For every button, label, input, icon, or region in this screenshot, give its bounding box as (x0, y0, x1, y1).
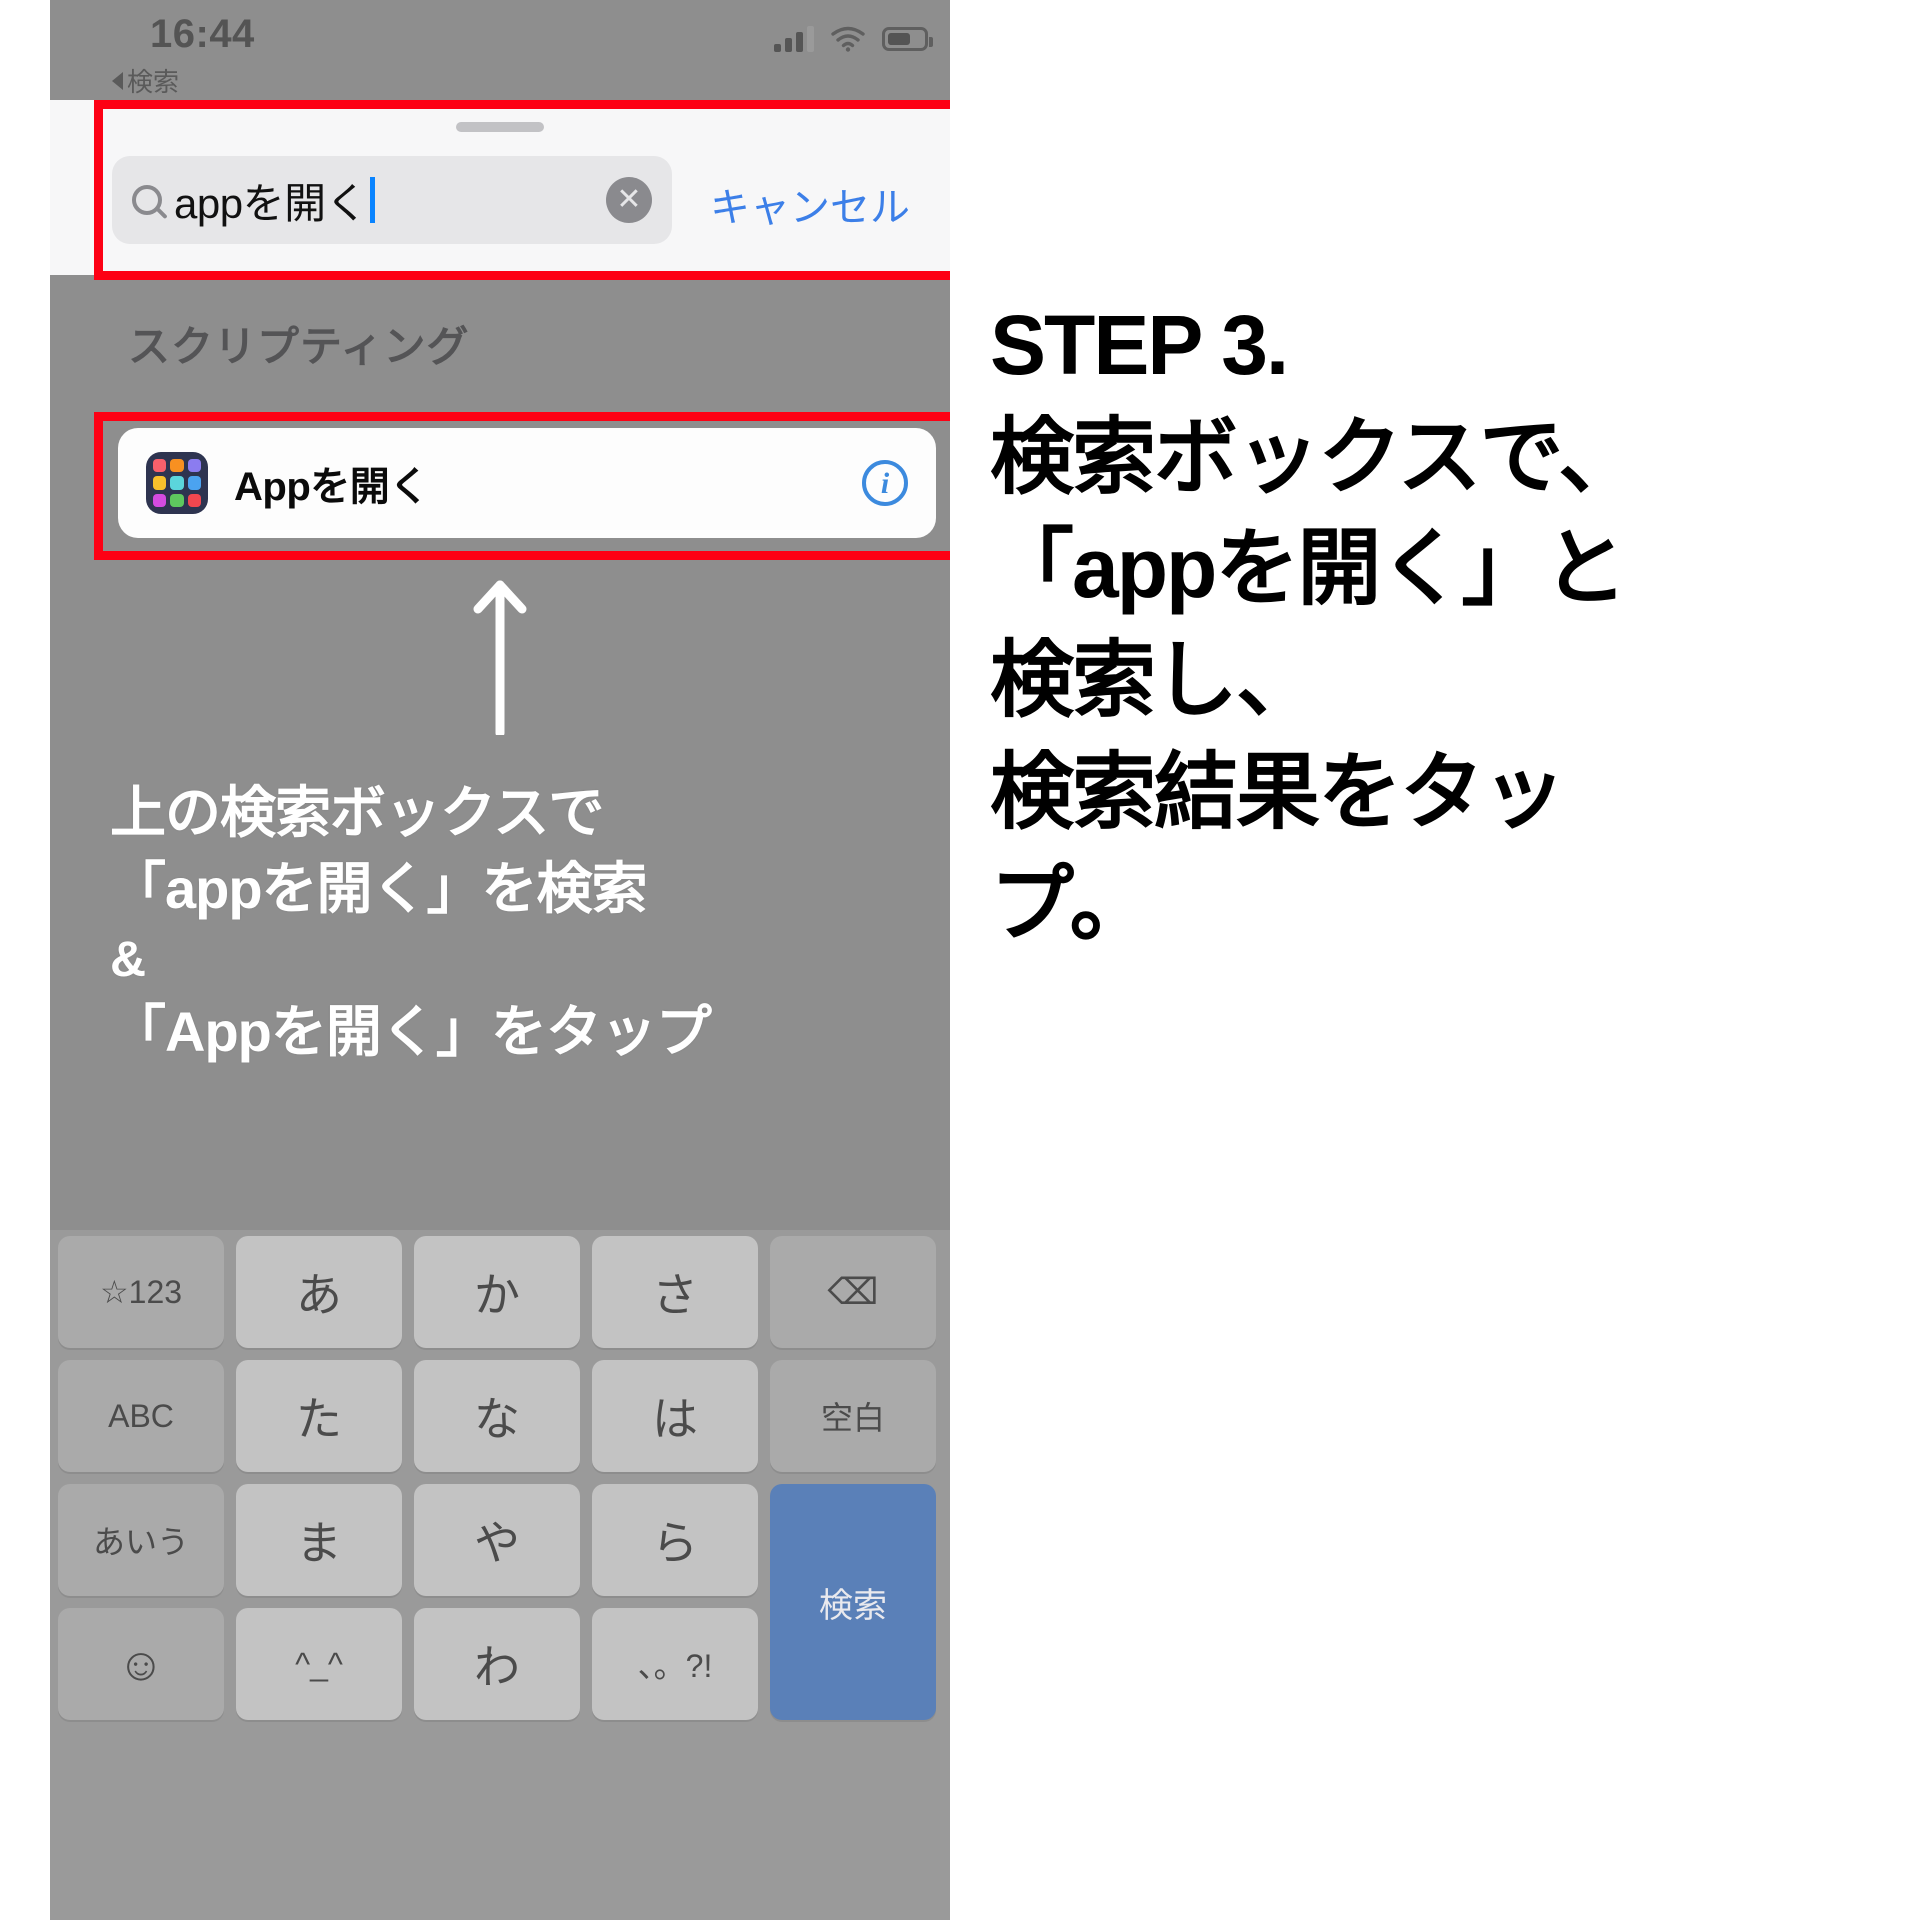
overlay-line-3: & (110, 931, 146, 988)
overlay-line-1: 上の検索ボックスで (110, 781, 604, 844)
step-line-2: 「appを開く」と (990, 521, 1627, 616)
key-ma-row[interactable]: ま (236, 1484, 402, 1596)
key-punctuation[interactable]: 、。?! (592, 1608, 758, 1720)
software-keyboard: ☆123 あかさ ⌫ ABC たなは空白 あいうまやら検索 ☺ ^_^ わ、。?! (50, 1230, 950, 1920)
keyboard-row: あいうまやら検索 (50, 1478, 950, 1720)
key-ka-row[interactable]: か (414, 1236, 580, 1348)
search-input-value: appを開く (174, 179, 368, 227)
section-header: スクリプティング (50, 275, 950, 415)
status-bar-icons (774, 26, 933, 52)
step-line-1: 検索ボックスで、 (990, 409, 1642, 504)
key-ra-row[interactable]: ら (592, 1484, 758, 1596)
key-sa-row[interactable]: さ (592, 1236, 758, 1348)
overlay-line-2: 「appを開く」を検索 (110, 856, 648, 920)
key-kaomoji[interactable]: ^_^ (236, 1608, 402, 1720)
cancel-button[interactable]: キャンセル (710, 175, 910, 233)
key-ya-row[interactable]: や (414, 1484, 580, 1596)
wifi-icon (831, 26, 865, 52)
search-bar-zone: appを開く ✕ キャンセル (50, 100, 950, 275)
clear-x-icon[interactable]: ✕ (606, 177, 652, 223)
status-bar-time: 16:44 (150, 12, 255, 56)
screenshot-root: 16:44 検索 appを開く ✕ キャンセル スクリプティング Appを開く … (0, 0, 1920, 1920)
overlay-line-4: 「Appを開く」をタップ (110, 999, 712, 1063)
step-line-3: 検索し、 (990, 633, 1320, 728)
search-icon (132, 185, 162, 215)
key-ta-row[interactable]: た (236, 1360, 402, 1472)
keyboard-row: ABC たなは空白 (50, 1354, 950, 1478)
search-result-label: Appを開く (234, 465, 429, 509)
key-ha-row[interactable]: は (592, 1360, 758, 1472)
sheet-grabber-handle[interactable] (456, 122, 544, 132)
phone-screenshot: 16:44 検索 appを開く ✕ キャンセル スクリプティング Appを開く … (50, 0, 950, 1920)
back-label: 検索 (127, 67, 180, 97)
keyboard-row: ☺ ^_^ わ、。?! (50, 1602, 950, 1726)
step-line-5: プ。 (990, 856, 1153, 951)
key-a-row[interactable]: あ (236, 1236, 402, 1348)
step-instructions: STEP 3. 検索ボックスで、 「appを開く」と 検索し、 検索結果をタッ … (990, 290, 1910, 960)
key-space[interactable]: 空白 (770, 1360, 936, 1472)
key-kana[interactable]: あいう (58, 1484, 224, 1596)
key-emoji[interactable]: ☺ (58, 1608, 224, 1720)
open-app-grid-icon (146, 452, 208, 514)
step-title: STEP 3. (990, 298, 1289, 392)
key-abc[interactable]: ABC (58, 1360, 224, 1472)
back-to-search-link[interactable]: 検索 (112, 62, 179, 99)
status-bar: 16:44 検索 (50, 0, 950, 100)
key-na-row[interactable]: な (414, 1360, 580, 1472)
battery-icon (882, 27, 933, 51)
back-triangle-icon (112, 71, 123, 90)
up-arrow-annotation-icon (473, 580, 527, 735)
text-caret (370, 177, 376, 223)
key-wa-row[interactable]: わ (414, 1608, 580, 1720)
search-result-row[interactable]: Appを開く i (118, 428, 936, 538)
key-symbols[interactable]: ☆123 (58, 1236, 224, 1348)
step-line-4: 検索結果をタッ (990, 744, 1566, 839)
section-header-label: スクリプティング (128, 323, 470, 370)
overlay-instructions: 上の検索ボックスで 「appを開く」を検索 & 「Appを開く」をタップ (110, 775, 940, 1069)
keyboard-row: ☆123 あかさ ⌫ (50, 1230, 950, 1354)
key-backspace[interactable]: ⌫ (770, 1236, 936, 1348)
info-circle-icon[interactable]: i (862, 460, 908, 506)
signal-bars-icon (774, 26, 814, 52)
search-input[interactable]: appを開く ✕ (112, 156, 672, 244)
